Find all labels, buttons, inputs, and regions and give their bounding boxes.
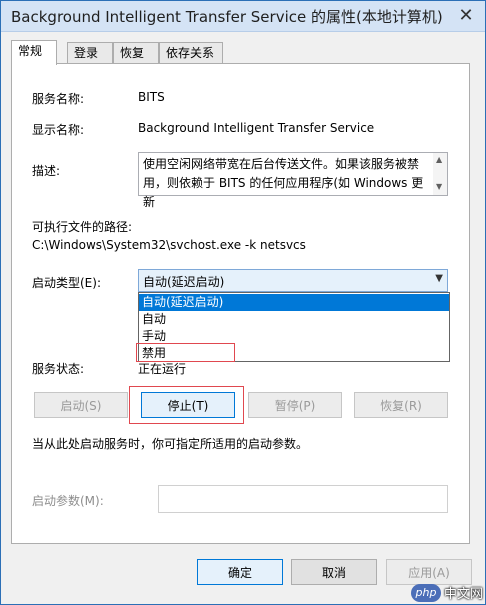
- highlight-disabled-option: [136, 343, 235, 362]
- startup-type-select[interactable]: 自动(延迟启动) ▼: [138, 269, 448, 292]
- start-button[interactable]: 启动(S): [34, 392, 128, 418]
- watermark-text: 中文网: [443, 587, 483, 602]
- startup-type-label: 启动类型(E):: [32, 276, 101, 290]
- startup-option-auto[interactable]: 自动: [139, 311, 449, 328]
- exe-path-value: C:\Windows\System32\svchost.exe -k netsv…: [32, 238, 306, 252]
- apply-button[interactable]: 应用(A): [386, 559, 472, 585]
- pause-button[interactable]: 暂停(P): [248, 392, 342, 418]
- startup-option-auto-delayed[interactable]: 自动(延迟启动): [139, 294, 449, 311]
- watermark: php 中文网: [410, 583, 483, 602]
- start-params-hint: 当从此处启动服务时，你可指定所适用的启动参数。: [32, 437, 309, 451]
- resume-button[interactable]: 恢复(R): [354, 392, 448, 418]
- exe-path-label: 可执行文件的路径:: [32, 220, 133, 234]
- description-label: 描述:: [32, 164, 61, 178]
- description-box[interactable]: 使用空闲网络带宽在后台传送文件。如果该服务被禁用，则依赖于 BITS 的任何应用…: [138, 152, 448, 209]
- start-params-input[interactable]: [158, 485, 448, 513]
- description-text: 使用空闲网络带宽在后台传送文件。如果该服务被禁用，则依赖于 BITS 的任何应用…: [143, 157, 424, 209]
- close-icon[interactable]: ✕: [453, 3, 479, 27]
- general-panel: 服务名称: BITS 显示名称: Background Intelligent …: [11, 63, 470, 544]
- scroll-up-icon[interactable]: ▲: [436, 155, 442, 164]
- php-logo-icon: php: [410, 583, 441, 602]
- tab-dependencies[interactable]: 依存关系: [159, 42, 223, 63]
- tab-general[interactable]: 常规: [11, 40, 57, 65]
- title-bar: Background Intelligent Transfer Service …: [1, 1, 485, 32]
- properties-dialog: Background Intelligent Transfer Service …: [0, 0, 486, 605]
- ok-button[interactable]: 确定: [197, 559, 283, 585]
- display-name-label: 显示名称:: [32, 123, 85, 137]
- start-params-label: 启动参数(M):: [32, 494, 104, 508]
- tab-logon[interactable]: 登录: [67, 42, 113, 63]
- description-scrollbar[interactable]: ▲ ▼: [433, 153, 447, 195]
- startup-type-selected: 自动(延迟启动): [143, 275, 225, 289]
- service-status-value: 正在运行: [138, 362, 187, 376]
- window-title: Background Intelligent Transfer Service …: [11, 8, 443, 26]
- highlight-stop-button: [129, 386, 244, 424]
- tab-recovery[interactable]: 恢复: [113, 42, 159, 63]
- chevron-down-icon[interactable]: ▼: [435, 273, 443, 284]
- service-name-label: 服务名称:: [32, 92, 85, 106]
- service-status-label: 服务状态:: [32, 362, 85, 376]
- service-name-value: BITS: [138, 90, 165, 104]
- display-name-value: Background Intelligent Transfer Service: [138, 121, 375, 135]
- scroll-down-icon[interactable]: ▼: [436, 182, 442, 191]
- cancel-button[interactable]: 取消: [291, 559, 377, 585]
